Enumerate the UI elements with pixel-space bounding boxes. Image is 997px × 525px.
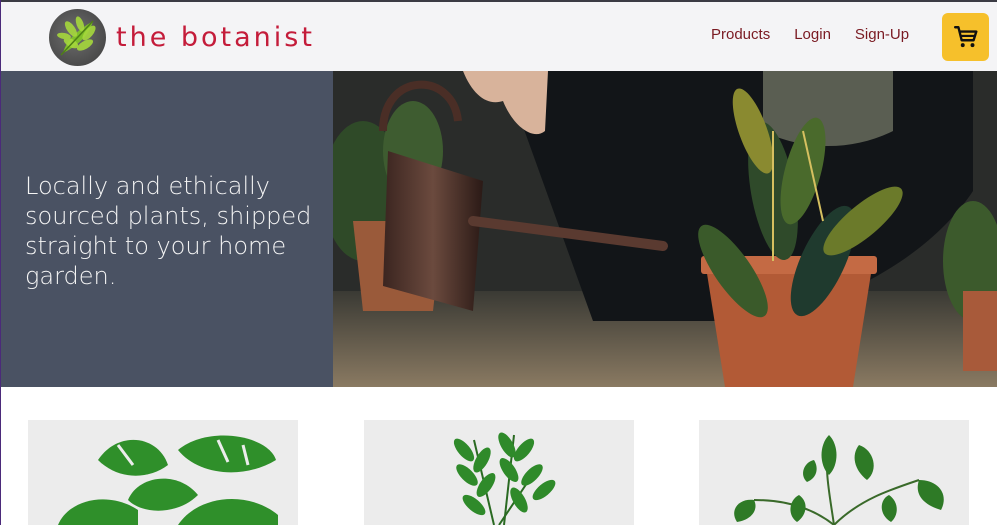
nav-signup-link[interactable]: Sign-Up [855, 26, 909, 43]
monstera-plant-image [58, 435, 278, 525]
hero-section: Locally and ethically sourced plants, sh… [1, 71, 997, 387]
zz-plant-image [453, 432, 556, 525]
site-header: the botanist Products Login Sign-Up [1, 2, 997, 71]
nav-login-link[interactable]: Login [794, 26, 831, 43]
hero-tagline: Locally and ethically sourced plants, sh… [25, 172, 312, 290]
product-card[interactable] [28, 420, 298, 525]
brand-home-link[interactable]: the botanist [49, 8, 315, 66]
hero-watering-photo [333, 71, 997, 387]
cart-button[interactable] [942, 13, 989, 61]
cart-icon [953, 26, 977, 48]
window-left-border [0, 0, 1, 525]
main-nav: Products Login Sign-Up [711, 26, 933, 43]
product-card[interactable] [699, 420, 969, 525]
brand-name: the botanist [116, 21, 315, 53]
leaf-logo-icon [49, 8, 106, 66]
hero-text-panel: Locally and ethically sourced plants, sh… [1, 71, 333, 387]
philodendron-plant-image [734, 435, 944, 525]
nav-products-link[interactable]: Products [711, 26, 770, 43]
product-card[interactable] [364, 420, 634, 525]
